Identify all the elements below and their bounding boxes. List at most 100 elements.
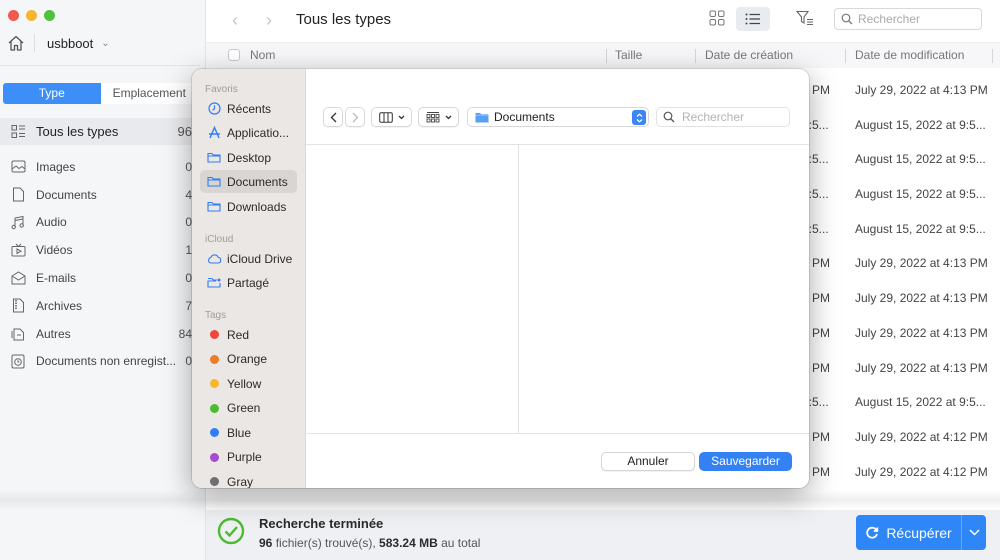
minimize-window-button[interactable]: [26, 10, 37, 21]
video-icon: [10, 242, 26, 258]
column-resizer[interactable]: [695, 49, 696, 63]
tag-label: Green: [227, 401, 261, 415]
sidebar: usbboot ⌄ Type Emplacement Tous les type…: [0, 0, 206, 560]
sidebar-label: iCloud Drive: [227, 251, 293, 266]
sidebar-item-recents[interactable]: Récents: [200, 97, 297, 120]
category-images[interactable]: Images 0: [0, 153, 200, 181]
modified-date-cell: August 15, 2022 at 9:5...: [855, 221, 986, 236]
modified-date-cell: July 29, 2022 at 4:13 PM: [855, 256, 988, 271]
column-resizer[interactable]: [992, 49, 993, 63]
audio-icon: [10, 214, 26, 230]
column-size[interactable]: Taille: [615, 48, 642, 62]
column-resizer[interactable]: [606, 49, 607, 63]
tag-label: Gray: [227, 474, 254, 489]
section-icloud: iCloud: [205, 234, 234, 245]
group-button[interactable]: [418, 107, 459, 127]
location-selector[interactable]: usbboot ⌄: [6, 32, 110, 54]
modified-date-cell: August 15, 2022 at 9:5...: [855, 187, 986, 202]
category-list: Tous les types 96 Images 0 Documents 4 A…: [0, 118, 200, 375]
list-view-button[interactable]: [736, 7, 770, 31]
category-archives[interactable]: Archives 7: [0, 292, 200, 320]
home-icon[interactable]: [6, 33, 26, 53]
divider: [34, 34, 35, 52]
category-count: 4: [185, 187, 192, 202]
sidebar-label: Documents: [227, 174, 288, 189]
column-resizer[interactable]: [845, 49, 846, 63]
folder-icon: [206, 176, 222, 187]
save-button[interactable]: Sauvegarder: [699, 452, 792, 471]
back-button[interactable]: ‹: [232, 10, 238, 31]
sidebar-item-icloud-drive[interactable]: iCloud Drive: [200, 247, 297, 270]
browser-column[interactable]: [306, 145, 519, 434]
zoom-window-button[interactable]: [44, 10, 55, 21]
sidebar-item-shared[interactable]: Partagé: [200, 271, 297, 294]
category-label: Images: [36, 159, 76, 174]
column-name[interactable]: Nom: [250, 48, 275, 62]
columns-icon: [378, 111, 393, 123]
back-button[interactable]: [323, 107, 343, 127]
dialog-sidebar: Favoris Récents Applicatio... Desktop Do…: [192, 69, 306, 488]
category-count: 0: [185, 271, 192, 286]
tag-orange[interactable]: Orange: [200, 348, 297, 371]
tag-gray[interactable]: Gray: [200, 470, 297, 488]
image-icon: [10, 159, 26, 175]
shared-folder-icon: [206, 277, 222, 288]
browser-column[interactable]: [520, 145, 809, 434]
save-dialog: Favoris Récents Applicatio... Desktop Do…: [192, 69, 809, 488]
grid-view-button[interactable]: [709, 10, 729, 28]
recover-label: Récupérer: [886, 524, 952, 541]
tag-label: Purple: [227, 450, 262, 464]
column-modified[interactable]: Date de modification: [855, 48, 964, 62]
segment-type[interactable]: Type: [3, 83, 101, 104]
window-controls: [8, 10, 55, 21]
category-all-types[interactable]: Tous les types 96: [0, 118, 200, 145]
status-title: Recherche terminée: [259, 516, 384, 531]
search-input[interactable]: Rechercher: [834, 8, 982, 30]
location-popup[interactable]: Documents: [467, 107, 649, 127]
search-icon: [663, 111, 675, 123]
sidebar-item-applications[interactable]: Applicatio...: [200, 121, 297, 144]
modified-date-cell: August 15, 2022 at 9:5...: [855, 152, 986, 167]
chevron-down-icon: [968, 529, 980, 536]
filter-button[interactable]: [795, 10, 814, 29]
close-window-button[interactable]: [8, 10, 19, 21]
forward-button[interactable]: ›: [266, 10, 272, 31]
sidebar-item-documents[interactable]: Documents: [200, 170, 297, 193]
chevron-down-icon: ⌄: [101, 37, 110, 49]
segment-location[interactable]: Emplacement: [101, 83, 199, 104]
tag-blue[interactable]: Blue: [200, 421, 297, 444]
column-created[interactable]: Date de création: [705, 48, 793, 62]
category-videos[interactable]: Vidéos 1: [0, 236, 200, 264]
forward-button[interactable]: [345, 107, 365, 127]
sidebar-item-downloads[interactable]: Downloads: [200, 195, 297, 218]
category-others[interactable]: Autres 84: [0, 320, 200, 348]
sidebar-item-desktop[interactable]: Desktop: [200, 146, 297, 169]
view-columns-button[interactable]: [371, 107, 412, 127]
search-icon: [841, 13, 853, 25]
modified-date-cell: July 29, 2022 at 4:13 PM: [855, 325, 988, 340]
category-count: 84: [178, 326, 192, 341]
cancel-button[interactable]: Annuler: [601, 452, 695, 471]
category-unsaved-documents[interactable]: Documents non enregist... 0: [0, 348, 200, 376]
category-emails[interactable]: E-mails 0: [0, 264, 200, 292]
toolbar: ‹ › Tous les types Rechercher: [206, 0, 1000, 42]
category-documents[interactable]: Documents 4: [0, 181, 200, 209]
category-label: Documents: [36, 187, 97, 202]
refresh-icon: [866, 526, 879, 539]
filter-icon: [795, 10, 813, 25]
category-audio[interactable]: Audio 0: [0, 209, 200, 237]
select-all-checkbox[interactable]: [228, 49, 240, 61]
tag-green[interactable]: Green: [200, 397, 297, 420]
recover-button[interactable]: Récupérer: [856, 515, 962, 550]
tag-purple[interactable]: Purple: [200, 446, 297, 469]
search-placeholder: Rechercher: [682, 110, 745, 124]
tag-yellow[interactable]: Yellow: [200, 372, 297, 395]
dialog-search-input[interactable]: Rechercher: [656, 107, 790, 127]
chevron-down-icon: [445, 115, 451, 119]
chevron-down-icon: [398, 115, 404, 119]
other-icon: [10, 326, 26, 342]
status-summary: 96 fichier(s) trouvé(s), 583.24 MB au to…: [259, 536, 480, 550]
tag-red[interactable]: Red: [200, 323, 297, 346]
tag-color-dot-icon: [206, 379, 222, 388]
recover-options-dropdown[interactable]: [962, 529, 986, 536]
